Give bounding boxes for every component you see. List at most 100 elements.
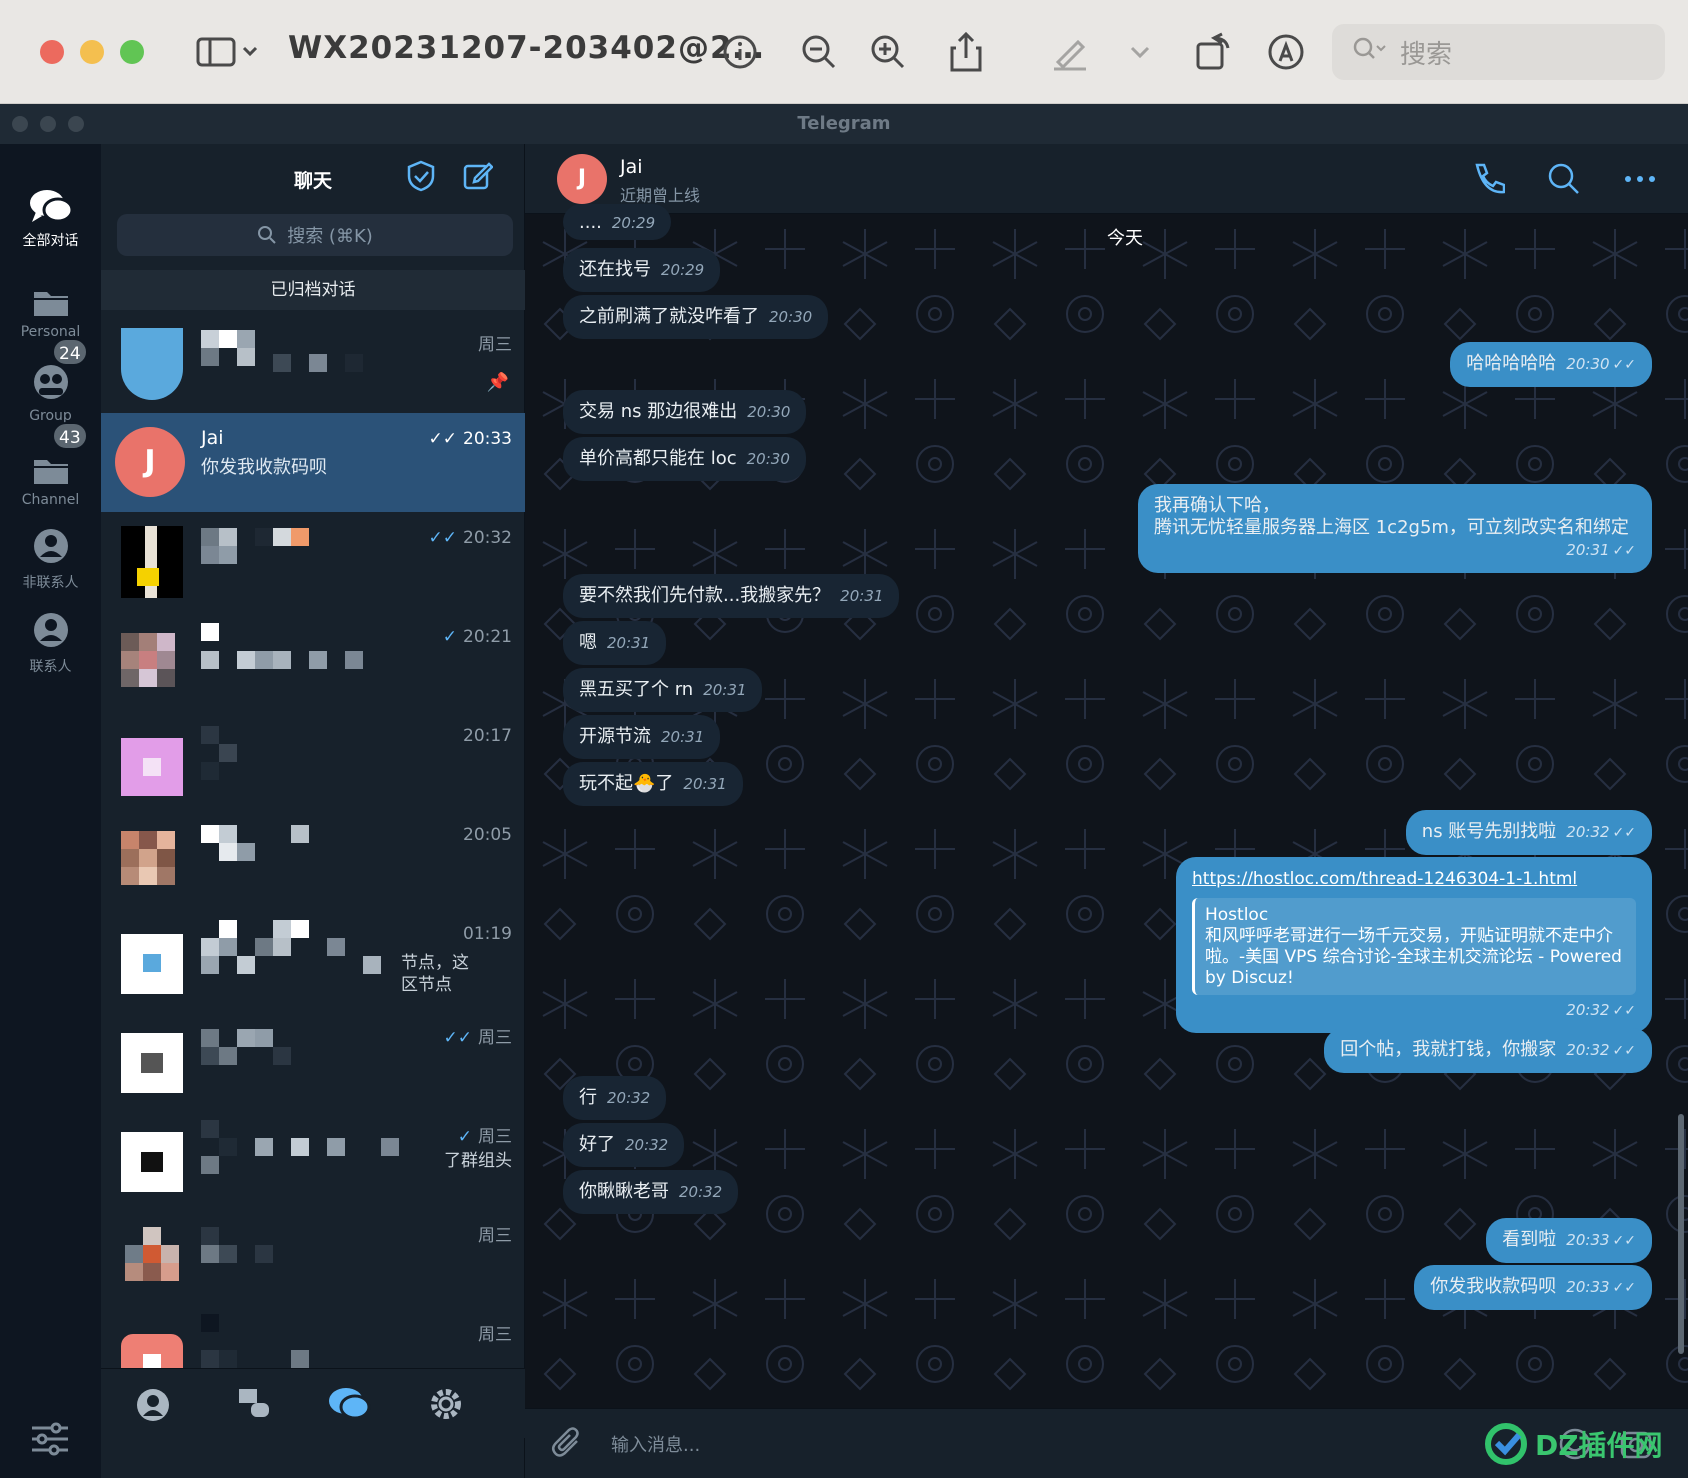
message-bubble-incoming[interactable]: 还在找号 20:29 [563, 248, 721, 292]
more-options-icon[interactable] [1623, 162, 1659, 198]
message-bubble-incoming[interactable]: 开源节流 20:31 [563, 715, 721, 759]
chat-row[interactable]: 周三 [101, 1205, 525, 1304]
chat-row[interactable]: 01:19 节点，这 区节点 [101, 908, 525, 1007]
phone-icon[interactable] [1471, 162, 1507, 198]
annotate-icon[interactable] [1262, 28, 1310, 76]
folder-label: 全部对话 [22, 233, 79, 249]
avatar[interactable]: J [557, 154, 607, 204]
folder-all-chats[interactable]: 全部对话 [0, 160, 101, 250]
chat-status: 近期曾上线 [620, 186, 701, 205]
sidebar-toggle-icon[interactable] [192, 28, 262, 76]
filters-settings-icon[interactable] [30, 1422, 70, 1460]
chat-time: 周三 [478, 335, 512, 355]
message-bubble-incoming[interactable]: 行 20:32 [563, 1076, 667, 1120]
chat-row-jai[interactable]: J Jai 你发我收款码呗 ✓✓ 20:33 [101, 413, 525, 512]
zoom-in-icon[interactable] [864, 28, 912, 76]
pin-icon: 📌 [486, 372, 509, 393]
message-bubble-outgoing[interactable]: 哈哈哈哈哈 20:30 ✓✓ [1450, 342, 1652, 387]
message-time: 20:31 [683, 775, 727, 793]
rotate-icon[interactable] [1190, 28, 1238, 76]
share-icon[interactable] [942, 28, 990, 76]
zoom-window-button[interactable] [120, 40, 144, 64]
message-bubble-incoming[interactable]: 好了 20:32 [563, 1123, 685, 1167]
avatar [121, 1021, 183, 1093]
person-icon [33, 529, 68, 563]
folder-contacts[interactable]: 联系人 [0, 586, 101, 676]
archived-chats[interactable]: 已归档对话 [101, 270, 525, 310]
message-bubble-incoming[interactable]: 玩不起🐣了 20:31 [563, 762, 743, 806]
zoom-out-icon[interactable] [795, 28, 843, 76]
message-text: 单价高都只能在 loc [579, 448, 737, 469]
markup-menu-chevron-icon[interactable] [1116, 28, 1164, 76]
close-window-button[interactable] [40, 40, 64, 64]
app-title: Telegram [797, 113, 891, 134]
double-check-icon: ✓✓ [428, 528, 458, 548]
message-text: 看到啦 [1502, 1229, 1557, 1250]
message-bubble-link-preview[interactable]: https://hostloc.com/thread-1246304-1-1.h… [1176, 857, 1652, 1033]
minimize-dot[interactable] [40, 116, 56, 132]
chats-icon [29, 190, 73, 223]
chat-time-with-read-check: ✓✓ 20:33 [429, 429, 513, 449]
chat-row[interactable]: ✓✓ 周三 [101, 1007, 525, 1106]
message-bubble-incoming[interactable]: 要不然我们先付款...我搬家先？ 20:31 [563, 574, 900, 618]
message-text: 行 [579, 1087, 597, 1108]
chat-time: 20:33 [463, 429, 512, 449]
message-text: .... [579, 212, 602, 233]
chat-time: 20:05 [463, 825, 512, 845]
message-bubble-incoming[interactable]: 交易 ns 那边很难出 20:30 [563, 390, 807, 434]
message-time: 20:32 [1566, 1041, 1610, 1059]
folder-personal[interactable]: Personal [0, 250, 101, 340]
search-icon [1352, 36, 1386, 69]
chat-row[interactable]: ✓✓ 20:32 [101, 512, 525, 611]
double-check-icon: ✓✓ [1612, 1233, 1636, 1249]
chat-preview-fragment: 节点，这 区节点 [401, 953, 469, 995]
chat-search-input[interactable]: 搜索 (⌘K) [117, 214, 513, 256]
chat-time: 周三 [478, 1028, 512, 1048]
chat-row[interactable]: ✓ 周三 了群组头 [101, 1106, 525, 1205]
calls-icon[interactable] [237, 1387, 275, 1427]
link-preview-card[interactable]: Hostloc 和风呼呼老哥进行一场千元交易，开贴证明就不走中介啦。-美国 VP… [1192, 898, 1636, 995]
close-dot[interactable] [12, 116, 28, 132]
chat-row[interactable]: 周三 📌 [101, 314, 525, 413]
settings-gear-icon[interactable] [427, 1385, 465, 1427]
message-bubble-incoming[interactable]: .... 20:29 [563, 204, 672, 240]
minimize-window-button[interactable] [80, 40, 104, 64]
compose-icon[interactable] [463, 160, 494, 194]
markup-icon[interactable] [1046, 28, 1094, 76]
message-bubble-outgoing[interactable]: 回个帖，我就打钱，你搬家 20:32 ✓✓ [1324, 1028, 1652, 1073]
toolbar-search-field[interactable]: 搜索 [1332, 24, 1665, 80]
search-icon[interactable] [1547, 162, 1583, 198]
folder-channel[interactable]: 43 Channel [0, 418, 101, 508]
message-bubble-outgoing[interactable]: ns 账号先别找啦 20:32 ✓✓ [1405, 810, 1652, 855]
group-unread-badge: 24 [52, 338, 88, 366]
message-bubble-outgoing[interactable]: 我再确认下哈， 腾讯无忧轻量服务器上海区 1c2g5m，可立刻改实名和绑定 20… [1138, 484, 1652, 573]
message-bubble-incoming[interactable]: 你瞅瞅老哥 20:32 [563, 1170, 739, 1214]
message-bubble-incoming[interactable]: 黑五买了个 rn 20:31 [563, 668, 763, 712]
chat-row[interactable]: ✓ 20:21 [101, 611, 525, 710]
avatar: J [115, 427, 185, 497]
folder-group[interactable]: 24 Group [0, 334, 101, 424]
chat-time: 20:17 [463, 726, 512, 746]
message-bubble-incoming[interactable]: 之前刷满了就没咋看了 20:30 [563, 295, 829, 339]
chats-tab-icon[interactable] [327, 1385, 371, 1427]
chat-title[interactable]: Jai [620, 156, 643, 178]
zoom-dot[interactable] [68, 116, 84, 132]
message-bubble-outgoing[interactable]: 看到啦 20:33 ✓✓ [1486, 1218, 1652, 1263]
channel-icon [33, 460, 68, 484]
message-bubble-incoming[interactable]: 单价高都只能在 loc 20:30 [563, 437, 806, 481]
message-input[interactable]: 输入消息... [611, 1431, 700, 1457]
attach-icon[interactable] [551, 1427, 585, 1465]
message-bubble-outgoing[interactable]: 你发我收款码呗 20:33 ✓✓ [1414, 1265, 1652, 1310]
shield-icon[interactable] [407, 160, 435, 196]
file-title: WX20231207-203402@2… [288, 30, 765, 66]
folder-non-contacts[interactable]: 非联系人 [0, 502, 101, 592]
chat-row[interactable]: 20:05 [101, 809, 525, 908]
message-bubble-incoming[interactable]: 嗯 20:31 [563, 621, 667, 665]
message-time: 20:32 [679, 1183, 723, 1201]
info-icon[interactable] [716, 28, 764, 76]
message-scrollbar[interactable] [1678, 1114, 1684, 1354]
profile-icon[interactable] [135, 1387, 171, 1427]
chat-row[interactable]: 20:17 [101, 710, 525, 809]
avatar [121, 1120, 183, 1192]
message-link[interactable]: https://hostloc.com/thread-1246304-1-1.h… [1192, 868, 1636, 890]
